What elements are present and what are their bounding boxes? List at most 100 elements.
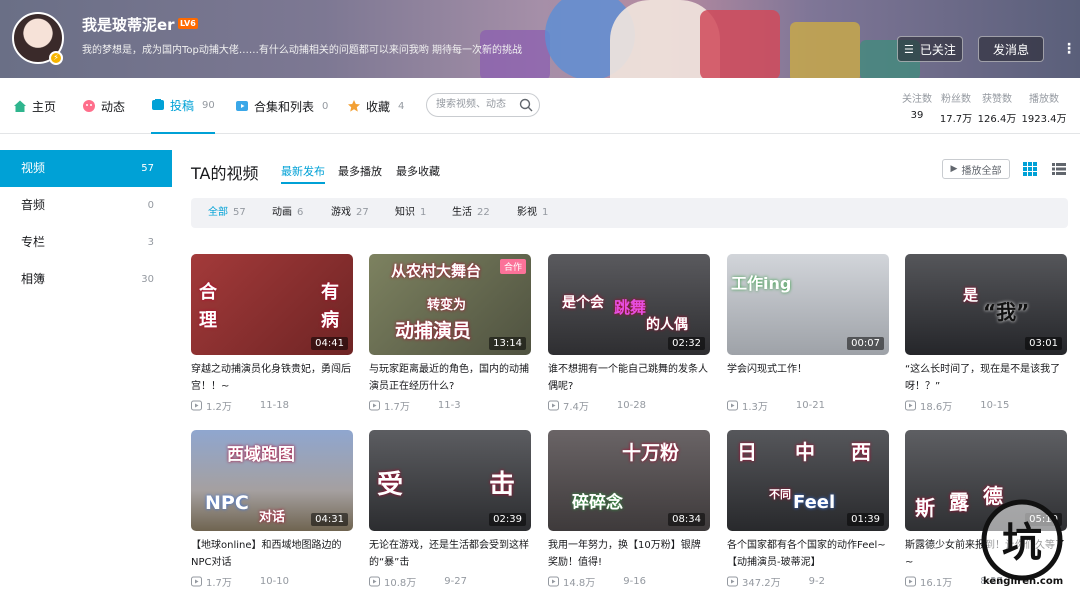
tab-contribute-label: 投稿: [170, 98, 195, 113]
watermark-glyph: 坑: [1002, 520, 1042, 566]
play-count: 14.8万: [563, 578, 596, 589]
more-options-icon[interactable]: ⋮: [1062, 38, 1076, 60]
play-count: 16.1万: [920, 578, 953, 589]
send-message-button[interactable]: 发消息: [978, 36, 1044, 62]
sort-most-played[interactable]: 最多播放: [338, 163, 382, 179]
video-card[interactable]: 合 理 有 病 04:41 穿越之动捕演员化身铁贵妃，勇闯后宫！！~ 1.2万 …: [191, 254, 353, 413]
publish-date: 9-27: [444, 576, 467, 587]
video-title[interactable]: 各个国家都有各个国家的动作Feel~【动捕演员-玻蒂泥】: [727, 537, 889, 571]
filter-count: 27: [356, 207, 369, 218]
grid-view-icon[interactable]: [1023, 162, 1037, 176]
video-meta: 1.7万 10-10: [191, 574, 353, 589]
video-duration: 02:39: [489, 513, 526, 526]
play-count: 7.4万: [563, 402, 589, 413]
video-card[interactable]: 日 中 西 不同 Feel 01:39 各个国家都有各个国家的动作Feel~【动…: [727, 430, 889, 589]
thumbnail-caption: 工作ing: [731, 274, 792, 293]
filter-count: 1: [420, 207, 427, 218]
video-title[interactable]: 学会闪现式工作！: [727, 361, 889, 395]
video-thumbnail[interactable]: 从农村大舞台 转变为 动捕演员 合作 13:14: [369, 254, 531, 355]
tab-collections-label: 合集和列表: [254, 99, 315, 114]
video-thumbnail[interactable]: 是 “我” 03:01: [905, 254, 1067, 355]
video-title[interactable]: 我用一年努力，换【10万粉】银牌奖励！值得!: [548, 537, 710, 571]
play-count-icon: [369, 400, 380, 411]
video-card[interactable]: 受 击 02:39 无论在游戏，还是生活都会受到这样的“暴”击 10.8万 9-…: [369, 430, 531, 589]
video-duration: 03:01: [1025, 337, 1062, 350]
search-icon[interactable]: [519, 98, 533, 112]
video-thumbnail[interactable]: 十万粉 碎碎念 08:34: [548, 430, 710, 531]
video-thumbnail[interactable]: 工作ing 00:07: [727, 254, 889, 355]
dynamic-icon: [83, 100, 95, 112]
tab-dynamic[interactable]: 动态: [82, 78, 125, 134]
filter-all[interactable]: 全部 57: [208, 198, 246, 228]
video-card[interactable]: 是 “我” 03:01 “这么长时间了，现在是不是该我了呀！？” 18.6万 1…: [905, 254, 1067, 413]
publish-date: 10-28: [616, 400, 646, 411]
video-title[interactable]: 谁不想拥有一个能自己跳舞的发条人偶呢?: [548, 361, 710, 395]
filter-knowledge[interactable]: 知识 1: [395, 198, 426, 228]
video-title[interactable]: 【地球online】和西域地图路边的NPC对话: [191, 537, 353, 571]
tab-home[interactable]: 主页: [13, 78, 56, 134]
video-thumbnail[interactable]: 西域跑图 NPC 对话 04:31: [191, 430, 353, 531]
filter-film[interactable]: 影视 1: [517, 198, 548, 228]
play-count: 1.2万: [206, 402, 232, 413]
thumbnail-caption: 不同: [769, 488, 791, 501]
filter-game[interactable]: 游戏 27: [331, 198, 369, 228]
play-count: 1.7万: [206, 578, 232, 589]
video-duration: 08:34: [668, 513, 705, 526]
tab-favorites[interactable]: 收藏 4: [347, 78, 404, 134]
filter-count: 6: [297, 207, 304, 218]
play-count: 1.3万: [742, 402, 768, 413]
play-count-icon: [727, 576, 738, 587]
search-placeholder: 搜索视频、动态: [436, 99, 506, 110]
list-view-icon[interactable]: [1052, 162, 1066, 176]
video-title[interactable]: 穿越之动捕演员化身铁贵妃，勇闯后宫！！~: [191, 361, 353, 395]
video-card[interactable]: 工作ing 00:07 学会闪现式工作！ 1.3万 10-21: [727, 254, 889, 413]
tab-contribute[interactable]: 投稿 90: [151, 78, 215, 134]
menu-icon: ☰: [904, 42, 914, 56]
video-card[interactable]: 是个会 跳舞 的人偶 02:32 谁不想拥有一个能自己跳舞的发条人偶呢? 7.4…: [548, 254, 710, 413]
sidebar-item-article[interactable]: 专栏 3: [0, 224, 172, 261]
sidebar-item-audio[interactable]: 音频 0: [0, 187, 172, 224]
filter-label: 游戏: [331, 207, 351, 218]
thumbnail-caption: 有: [321, 282, 339, 303]
thumbnail-caption: “我”: [983, 300, 1030, 324]
banner-art: [700, 10, 780, 78]
sidebar-item-album[interactable]: 相簿 30: [0, 261, 172, 298]
thumbnail-caption: 日: [737, 440, 757, 464]
stat-label: 播放数: [1029, 94, 1059, 105]
video-card[interactable]: 从农村大舞台 转变为 动捕演员 合作 13:14 与玩家距离最近的角色，国内的动…: [369, 254, 531, 413]
search-input[interactable]: 搜索视频、动态: [426, 93, 540, 117]
publish-date: 10-21: [795, 400, 825, 411]
publish-date: 9-16: [623, 576, 646, 587]
play-icon: ▶: [950, 164, 958, 174]
play-count-icon: [369, 576, 380, 587]
publish-date: 9-2: [808, 576, 825, 587]
video-duration: 13:14: [489, 337, 526, 350]
sort-most-favorited[interactable]: 最多收藏: [396, 163, 440, 179]
stat-label: 获赞数: [982, 94, 1012, 105]
play-count-icon: [727, 400, 738, 411]
video-title[interactable]: 无论在游戏，还是生活都会受到这样的“暴”击: [369, 537, 531, 571]
play-all-button[interactable]: ▶ 播放全部: [942, 159, 1010, 179]
video-card[interactable]: 西域跑图 NPC 对话 04:31 【地球online】和西域地图路边的NPC对…: [191, 430, 353, 589]
stat-value: 126.4万: [977, 114, 1017, 125]
thumbnail-caption: Feel: [793, 492, 836, 513]
video-title[interactable]: “这么长时间了，现在是不是该我了呀！？”: [905, 361, 1067, 395]
video-thumbnail[interactable]: 受 击 02:39: [369, 430, 531, 531]
video-title[interactable]: 与玩家距离最近的角色，国内的动捕演员正在经历什么?: [369, 361, 531, 395]
tab-collections[interactable]: 合集和列表 0: [235, 78, 328, 134]
sidebar-item-count: 57: [141, 163, 154, 174]
followed-button[interactable]: ☰ 已关注: [897, 36, 963, 62]
publish-date: 11-3: [437, 400, 461, 411]
video-thumbnail[interactable]: 合 理 有 病 04:41: [191, 254, 353, 355]
video-thumbnail[interactable]: 是个会 跳舞 的人偶 02:32: [548, 254, 710, 355]
play-count: 1.7万: [384, 402, 410, 413]
video-thumbnail[interactable]: 日 中 西 不同 Feel 01:39: [727, 430, 889, 531]
filter-animation[interactable]: 动画 6: [272, 198, 303, 228]
video-meta: 1.7万 11-3: [369, 398, 531, 413]
video-card[interactable]: 十万粉 碎碎念 08:34 我用一年努力，换【10万粉】银牌奖励！值得! 14.…: [548, 430, 710, 589]
video-meta: 14.8万 9-16: [548, 574, 710, 589]
sidebar-item-video[interactable]: 视频 57: [0, 150, 172, 187]
sidebar-item-count: 3: [147, 237, 154, 248]
sort-latest[interactable]: 最新发布: [281, 163, 325, 184]
filter-life[interactable]: 生活 22: [452, 198, 490, 228]
